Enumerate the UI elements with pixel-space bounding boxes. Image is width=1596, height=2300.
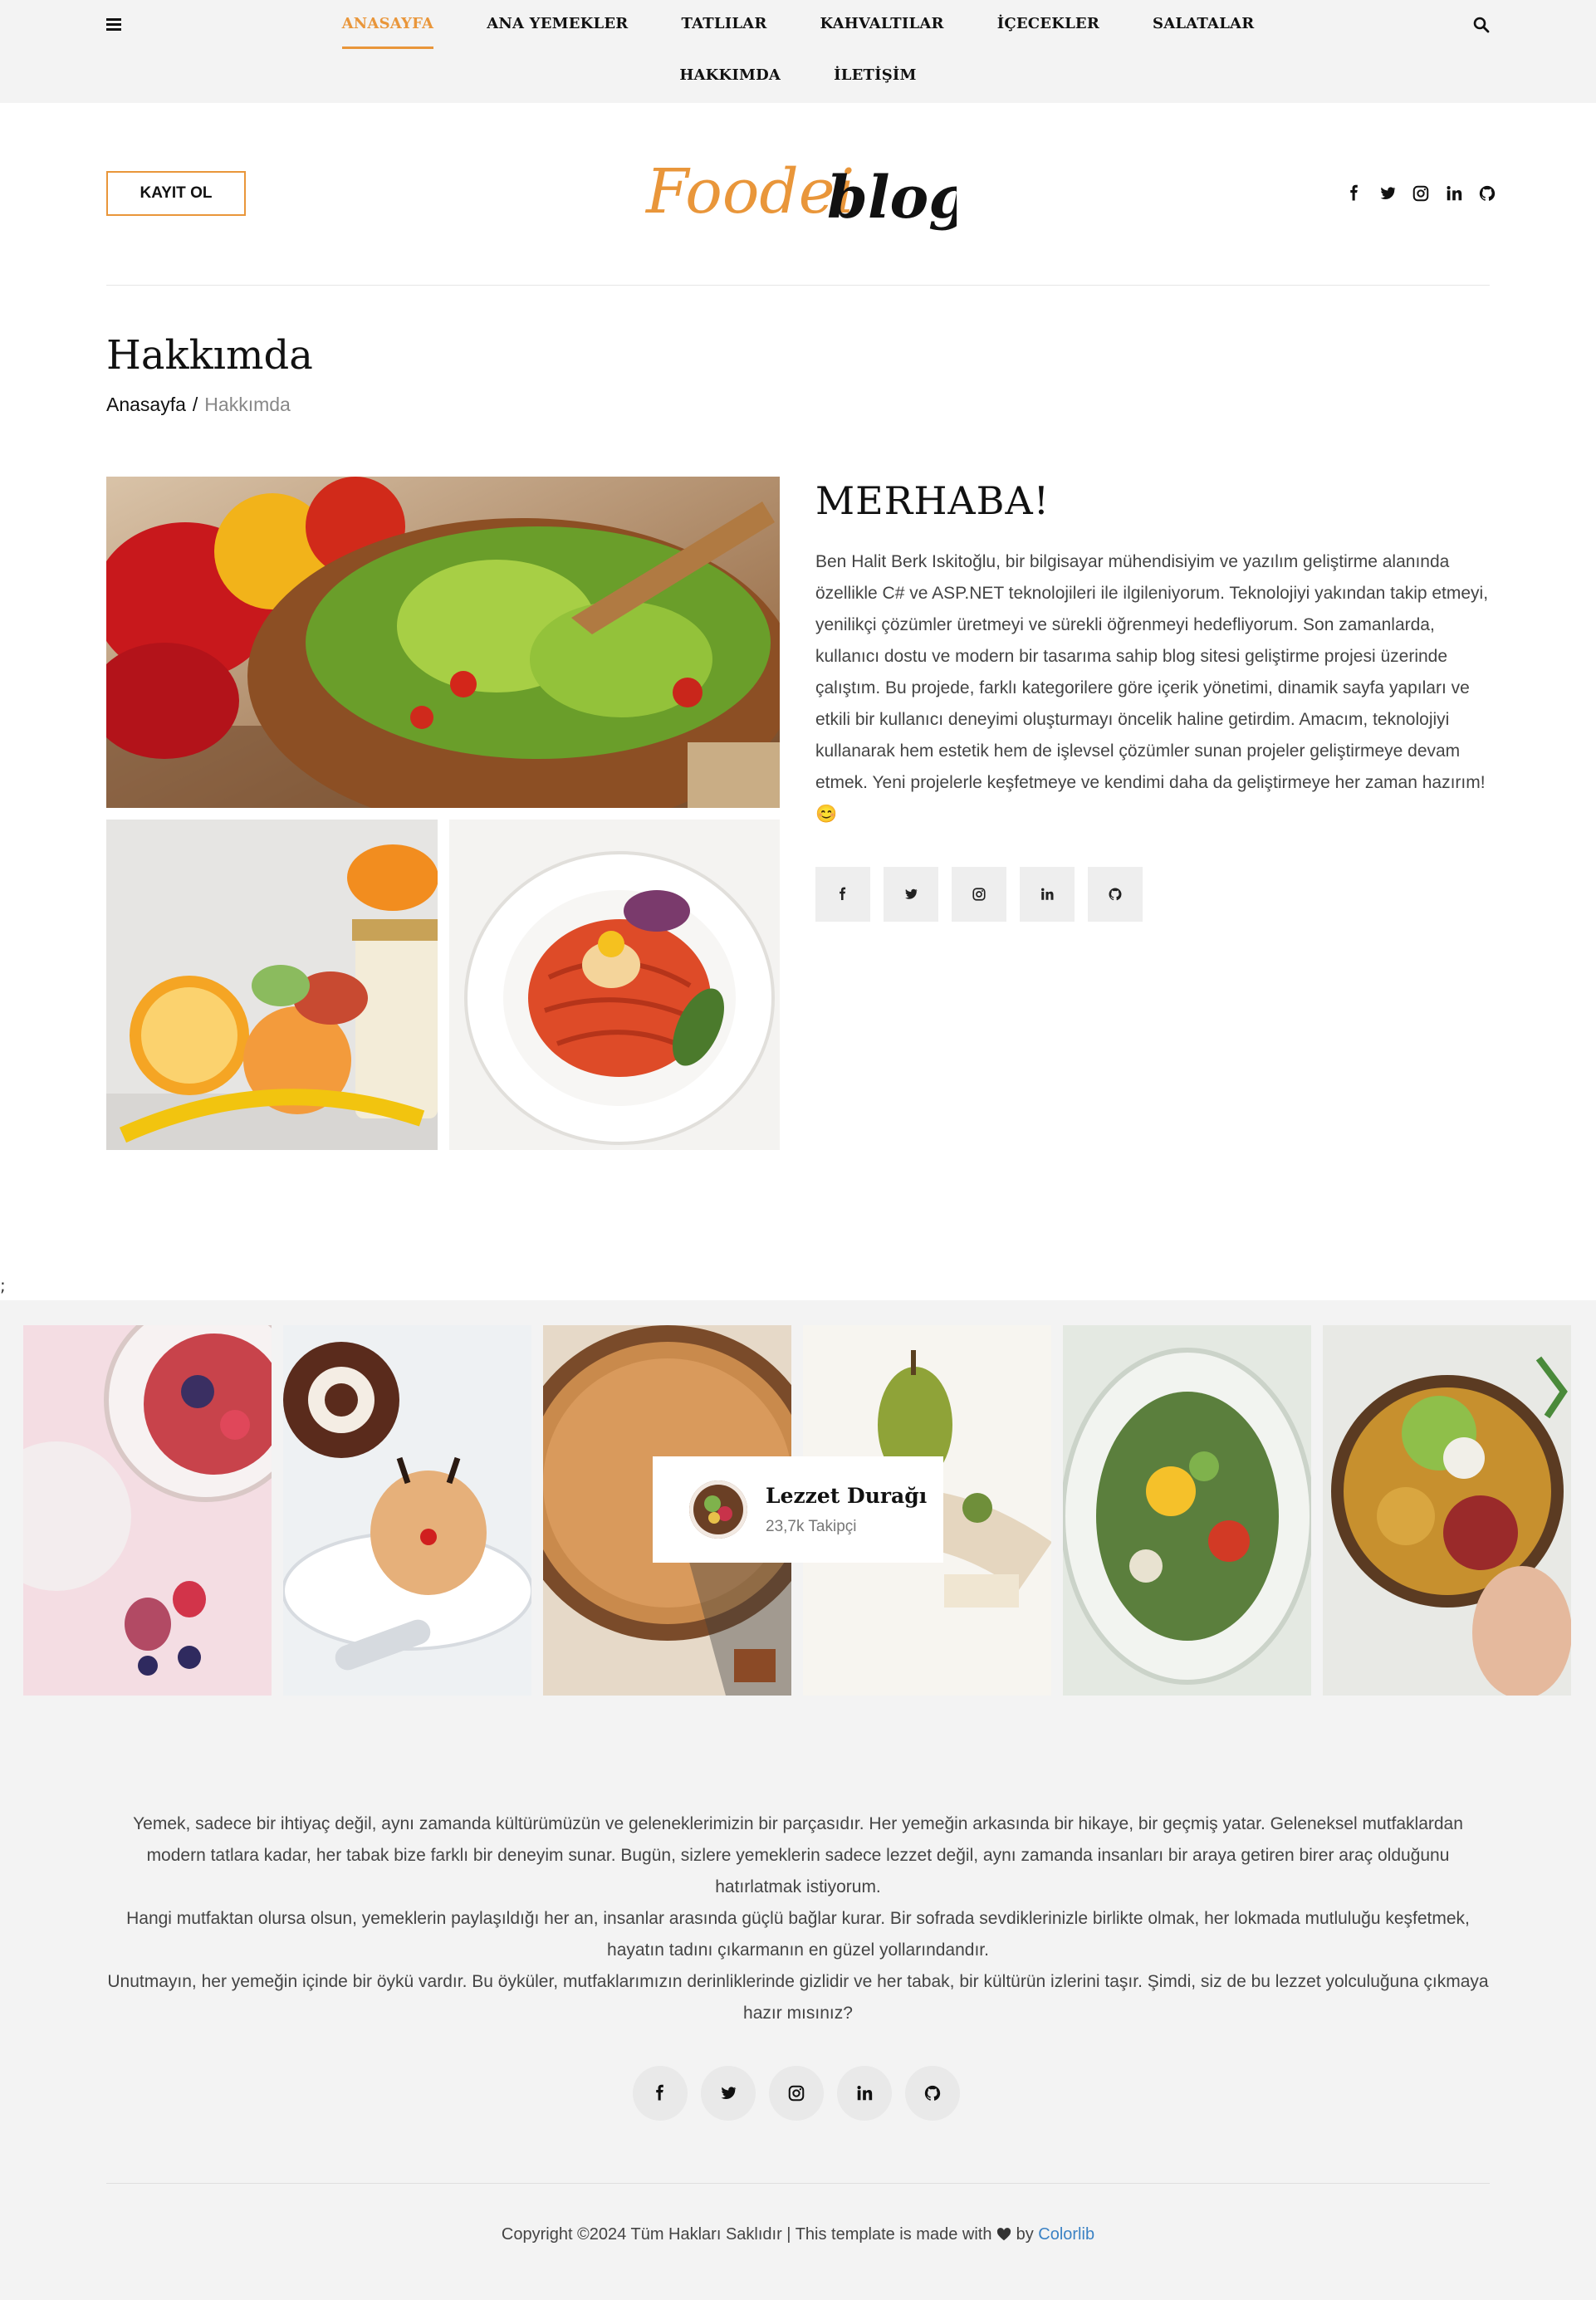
about-social-links bbox=[815, 867, 1143, 922]
github-icon[interactable] bbox=[1478, 184, 1496, 203]
linkedin-icon bbox=[857, 2086, 873, 2101]
footer-instagram-button[interactable] bbox=[769, 2066, 824, 2121]
footer-social-links bbox=[633, 2066, 960, 2121]
nav-row-primary: ANASAYFA ANA YEMEKLER TATLILAR KAHVALTIL… bbox=[0, 15, 1596, 49]
github-icon bbox=[924, 2085, 941, 2101]
footer-github-button[interactable] bbox=[905, 2066, 960, 2121]
footer-facebook-button[interactable] bbox=[633, 2066, 688, 2121]
nav-item-iletisim[interactable]: İLETİŞİM bbox=[807, 66, 943, 84]
colorlib-link[interactable]: Colorlib bbox=[1038, 2225, 1094, 2244]
about-heading: MERHABA! bbox=[815, 478, 1050, 523]
copyright: Copyright ©2024 Tüm Hakları Saklıdır | T… bbox=[0, 2225, 1596, 2244]
logo-part-blog: blog bbox=[827, 163, 957, 232]
breadcrumb-separator: / bbox=[192, 394, 198, 415]
footer-text: Yemek, sadece bir ihtiyaç değil, aynı za… bbox=[106, 1808, 1490, 2029]
stray-text: ; bbox=[0, 1275, 6, 1295]
copyright-text: Copyright ©2024 Tüm Hakları Saklıdır | T… bbox=[501, 2225, 992, 2244]
facebook-icon bbox=[840, 887, 846, 900]
gallery-image-flower-salad[interactable] bbox=[1063, 1325, 1311, 1696]
nav-item-salatalar[interactable]: SALATALAR bbox=[1126, 15, 1280, 32]
footer-divider bbox=[106, 2183, 1490, 2184]
linkedin-icon[interactable] bbox=[1445, 184, 1463, 203]
signup-button[interactable]: KAYIT OL bbox=[106, 171, 246, 216]
copyright-by: by bbox=[1016, 2225, 1034, 2244]
gallery-image-chia-pudding[interactable] bbox=[23, 1325, 272, 1696]
facebook-icon bbox=[656, 2084, 663, 2101]
instagram-icon[interactable] bbox=[1412, 184, 1430, 203]
instagram-account-name: Lezzet Durağı bbox=[766, 1483, 928, 1508]
gallery-image-reindeer-dessert[interactable] bbox=[283, 1325, 531, 1696]
instagram-follow-card[interactable]: Lezzet Durağı 23,7k Takipçi bbox=[653, 1456, 943, 1563]
twitter-icon[interactable] bbox=[1378, 184, 1397, 203]
twitter-icon bbox=[905, 888, 918, 899]
breadcrumb: Anasayfa / Hakkımda bbox=[106, 394, 291, 416]
nav-item-icecekler[interactable]: İÇECEKLER bbox=[971, 15, 1126, 32]
header-social-links bbox=[1345, 184, 1496, 203]
facebook-icon[interactable] bbox=[1345, 184, 1363, 203]
breadcrumb-home-link[interactable]: Anasayfa bbox=[106, 394, 186, 415]
breadcrumb-current: Hakkımda bbox=[204, 394, 291, 415]
logo-part-foodei: Foodei bbox=[644, 156, 854, 228]
about-instagram-button[interactable] bbox=[952, 867, 1006, 922]
about-paragraph: Ben Halit Berk Iskitoğlu, bir bilgisayar… bbox=[815, 552, 1489, 824]
nav-item-kahvaltilar[interactable]: KAHVALTILAR bbox=[794, 15, 971, 32]
nav-item-anasayfa[interactable]: ANASAYFA bbox=[316, 15, 461, 49]
search-icon[interactable] bbox=[1473, 17, 1490, 33]
linkedin-icon bbox=[1041, 888, 1054, 900]
footer-paragraph-1: Yemek, sadece bir ihtiyaç değil, aynı za… bbox=[133, 1814, 1463, 1896]
github-icon bbox=[1109, 888, 1122, 901]
instagram-follower-count: 23,7k Takipçi bbox=[766, 1517, 857, 1535]
about-twitter-button[interactable] bbox=[884, 867, 938, 922]
nav-item-tatlilar[interactable]: TATLILAR bbox=[654, 15, 793, 32]
salad-bowl-image bbox=[106, 477, 780, 808]
footer-paragraph-2: Hangi mutfaktan olursa olsun, yemeklerin… bbox=[126, 1909, 1470, 1960]
about-facebook-button[interactable] bbox=[815, 867, 870, 922]
nav-item-hakkimda[interactable]: HAKKIMDA bbox=[653, 66, 807, 84]
gallery-image-potatoes-bowl[interactable] bbox=[1323, 1325, 1571, 1696]
site-logo[interactable]: Foodei blog bbox=[641, 146, 957, 246]
instagram-icon bbox=[972, 888, 986, 901]
nav-item-ana-yemekler[interactable]: ANA YEMEKLER bbox=[460, 15, 654, 32]
nav-row-secondary: HAKKIMDA İLETİŞİM bbox=[0, 66, 1596, 84]
about-github-button[interactable] bbox=[1088, 867, 1143, 922]
page-title: Hakkımda bbox=[106, 332, 313, 379]
instagram-icon bbox=[788, 2085, 805, 2102]
twitter-icon bbox=[721, 2087, 737, 2099]
header-divider bbox=[106, 285, 1490, 286]
top-navigation: ANASAYFA ANA YEMEKLER TATLILAR KAHVALTIL… bbox=[0, 0, 1596, 103]
avatar bbox=[689, 1480, 747, 1539]
heart-icon bbox=[996, 2228, 1011, 2241]
footer-linkedin-button[interactable] bbox=[837, 2066, 892, 2121]
footer-twitter-button[interactable] bbox=[701, 2066, 756, 2121]
fruit-smoothie-image bbox=[106, 820, 438, 1150]
footer-paragraph-3: Unutmayın, her yemeğin içinde bir öykü v… bbox=[107, 1972, 1489, 2023]
pasta-plate-image bbox=[449, 820, 780, 1150]
about-linkedin-button[interactable] bbox=[1020, 867, 1075, 922]
